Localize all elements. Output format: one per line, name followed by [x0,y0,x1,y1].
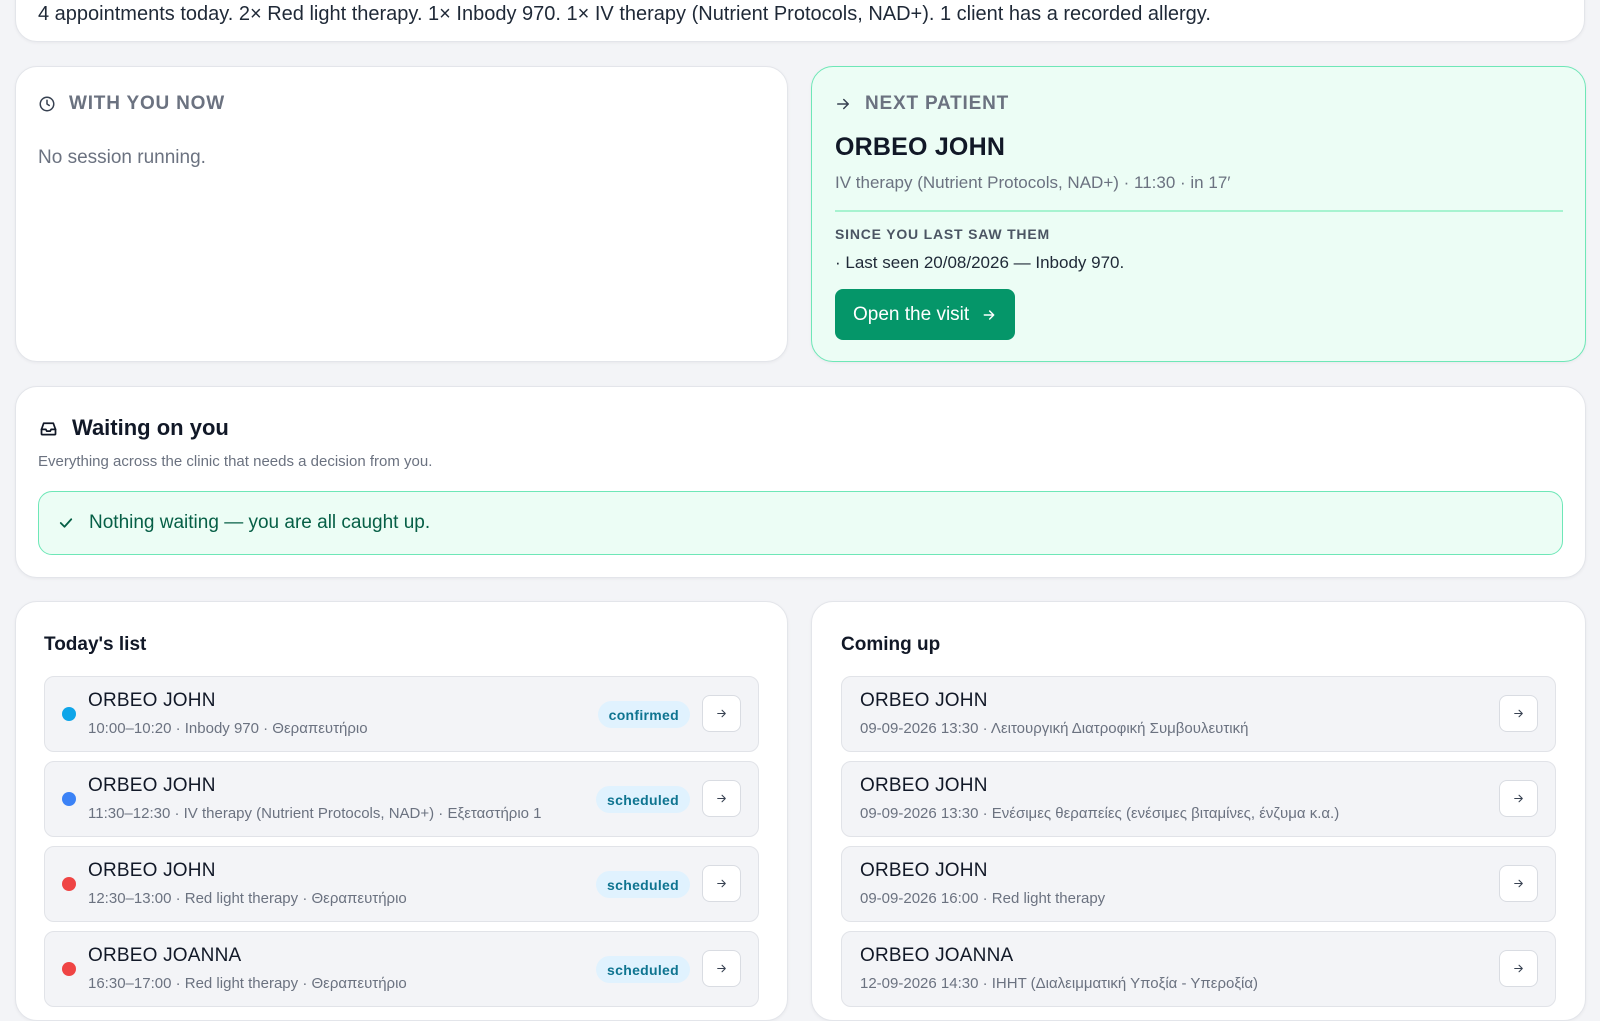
todays-list-card: Today's list ORBEO JOHN 10:00–10:20 · In… [15,601,788,1021]
patient-name: ORBEO JOHN [88,690,216,711]
upcoming-row[interactable]: ORBEO JOANNA 12-09-2026 14:30 · IHHT (Δι… [841,931,1556,1007]
open-appointment-button[interactable] [702,950,741,987]
patient-name: ORBEO JOHN [88,860,216,881]
patient-name: ORBEO JOHN [88,775,216,796]
with-you-now-title: WITH YOU NOW [69,93,225,114]
appointment-detail: 09-09-2026 16:00 · Red light therapy [860,890,1106,907]
appointment-detail: 12:30–13:00 · Red light therapy · Θεραπε… [88,890,407,907]
next-patient-detail: IV therapy (Nutrient Protocols, NAD+) · … [835,173,1231,192]
coming-up-list: ORBEO JOHN 09-09-2026 13:30 · Λειτουργικ… [841,676,1556,1007]
appointment-detail: 10:00–10:20 · Inbody 970 · Θεραπευτήριο [88,720,368,737]
open-appointment-button[interactable] [1499,950,1538,987]
appointment-detail: 12-09-2026 14:30 · IHHT (Διαλειμματική Υ… [860,975,1259,992]
next-patient-header: NEXT PATIENT [834,93,1009,115]
waiting-header: Waiting on you [38,415,229,441]
coming-up-card: Coming up ORBEO JOHN 09-09-2026 13:30 · … [811,601,1586,1021]
summary-text: 4 appointments today. 2× Red light thera… [38,3,1211,25]
open-appointment-button[interactable] [1499,695,1538,732]
status-dot [62,707,76,721]
patient-name: ORBEO JOANNA [88,945,242,966]
status-badge: scheduled [596,871,690,898]
patient-name: ORBEO JOANNA [860,945,1014,966]
arrow-right-icon [1512,962,1525,975]
status-dot [62,792,76,806]
arrow-right-icon [1512,792,1525,805]
arrow-right-icon [834,95,852,113]
status-badge: scheduled [596,786,690,813]
arrow-right-icon [715,877,728,890]
status-badge: confirmed [597,701,690,728]
appointment-row[interactable]: ORBEO JOHN 10:00–10:20 · Inbody 970 · Θε… [44,676,759,752]
since-last-seen-label: SINCE YOU LAST SAW THEM [835,226,1050,242]
appointment-detail: 11:30–12:30 · IV therapy (Nutrient Proto… [88,805,542,822]
appointment-row[interactable]: ORBEO JOHN 12:30–13:00 · Red light thera… [44,846,759,922]
open-appointment-button[interactable] [702,865,741,902]
with-you-now-header: WITH YOU NOW [38,93,225,115]
no-session-text: No session running. [38,147,206,168]
upcoming-row[interactable]: ORBEO JOHN 09-09-2026 13:30 · Λειτουργικ… [841,676,1556,752]
status-dot [62,962,76,976]
arrow-right-icon [715,792,728,805]
inbox-icon [38,418,59,439]
appointment-row[interactable]: ORBEO JOANNA 16:30–17:00 · Red light the… [44,931,759,1007]
appointment-detail: 16:30–17:00 · Red light therapy · Θεραπε… [88,975,407,992]
arrow-right-icon [1512,877,1525,890]
next-patient-name: ORBEO JOHN [835,133,1006,161]
arrow-right-icon [715,707,728,720]
upcoming-row[interactable]: ORBEO JOHN 09-09-2026 16:00 · Red light … [841,846,1556,922]
nothing-waiting-text: Nothing waiting — you are all caught up. [89,512,431,533]
since-last-seen-item: · Last seen 20/08/2026 — Inbody 970. [835,253,1125,272]
todays-list-title: Today's list [44,634,147,655]
waiting-on-you-card: Waiting on you Everything across the cli… [15,386,1586,578]
coming-up-title: Coming up [841,634,941,655]
next-patient-card: NEXT PATIENT ORBEO JOHN IV therapy (Nutr… [811,66,1586,362]
todays-list: ORBEO JOHN 10:00–10:20 · Inbody 970 · Θε… [44,676,759,1007]
divider [835,210,1563,212]
status-badge: scheduled [596,956,690,983]
status-dot [62,877,76,891]
arrow-right-icon [715,962,728,975]
appointment-detail: 09-09-2026 13:30 · Λειτουργική Διατροφικ… [860,720,1249,737]
nothing-waiting-notice: Nothing waiting — you are all caught up. [38,491,1563,555]
clock-icon [38,95,56,113]
open-visit-label: Open the visit [853,303,970,325]
patient-name: ORBEO JOHN [860,775,988,796]
check-icon [57,514,75,532]
upcoming-row[interactable]: ORBEO JOHN 09-09-2026 13:30 · Ενέσιμες θ… [841,761,1556,837]
next-patient-title: NEXT PATIENT [865,93,1010,114]
arrow-right-icon [1512,707,1525,720]
open-appointment-button[interactable] [1499,865,1538,902]
patient-name: ORBEO JOHN [860,690,988,711]
waiting-subtitle: Everything across the clinic that needs … [38,453,433,470]
appointment-row[interactable]: ORBEO JOHN 11:30–12:30 · IV therapy (Nut… [44,761,759,837]
open-visit-button[interactable]: Open the visit [835,289,1016,340]
appointment-detail: 09-09-2026 13:30 · Ενέσιμες θεραπείες (ε… [860,805,1340,822]
waiting-title: Waiting on you [72,415,229,440]
with-you-now-card: WITH YOU NOW No session running. [15,66,788,362]
open-appointment-button[interactable] [702,780,741,817]
open-appointment-button[interactable] [702,695,741,732]
patient-name: ORBEO JOHN [860,860,988,881]
open-appointment-button[interactable] [1499,780,1538,817]
arrow-right-icon [981,307,997,323]
summary-banner: 4 appointments today. 2× Red light thera… [15,0,1585,42]
